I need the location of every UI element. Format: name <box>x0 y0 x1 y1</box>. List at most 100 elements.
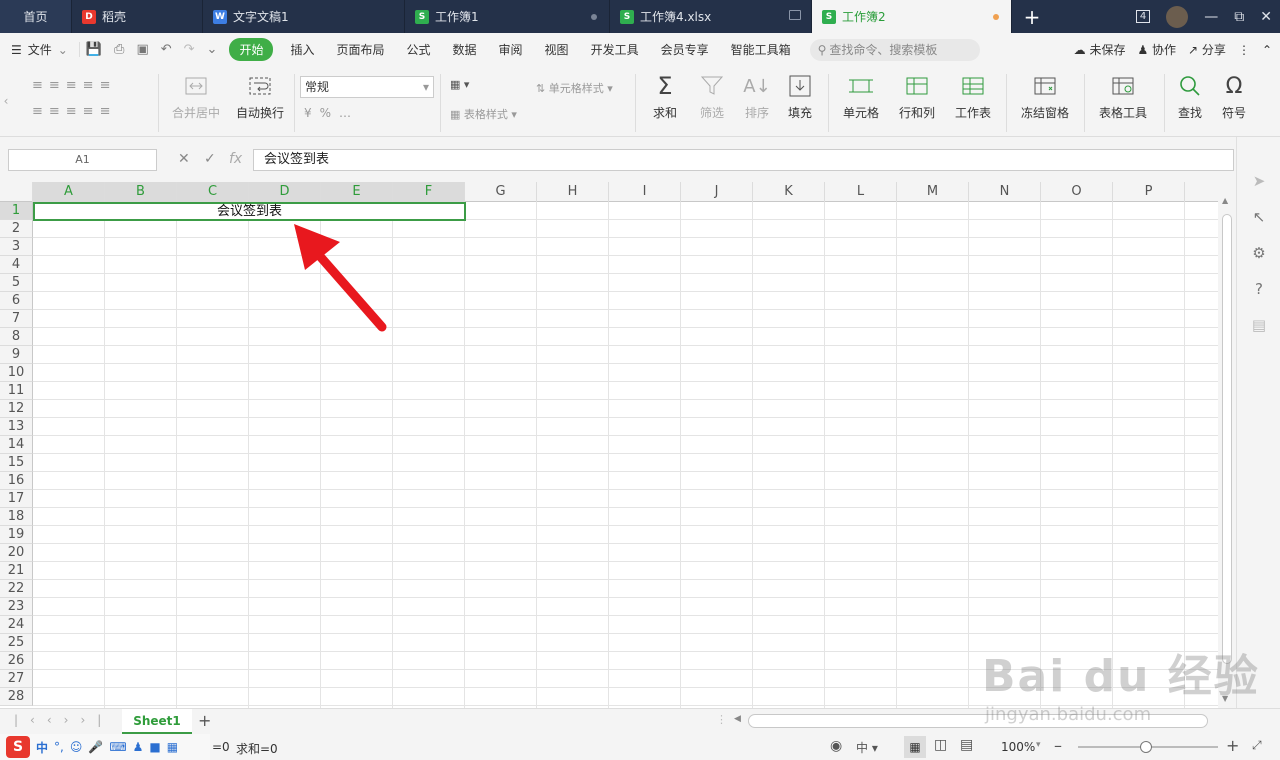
tab-count-badge[interactable]: 4 <box>1135 10 1151 23</box>
save-icon[interactable]: 💾 <box>86 42 102 57</box>
help-icon[interactable]: ? <box>1249 279 1269 299</box>
sheet-tab-sheet1[interactable]: Sheet1 <box>122 709 192 734</box>
more-vertical-icon[interactable]: ⋮ <box>1238 43 1250 57</box>
row-header-22[interactable]: 22 <box>0 580 33 598</box>
tab-data[interactable]: 数据 <box>442 41 488 58</box>
freeze-panes-button[interactable]: 冻结窗格 <box>1016 72 1074 121</box>
row-header-7[interactable]: 7 <box>0 310 33 328</box>
zoom-dropdown-icon[interactable]: ▾ <box>1036 740 1041 750</box>
number-format-select[interactable]: 常规 ▾ <box>300 76 434 98</box>
select-cursor-icon[interactable]: ↖ <box>1249 207 1269 227</box>
skin-shirt-icon[interactable]: ■ <box>149 740 160 754</box>
vertical-scroll-thumb[interactable] <box>1222 214 1232 664</box>
add-sheet-icon[interactable]: + <box>198 711 211 730</box>
more-chevron-icon[interactable]: ⌄ <box>207 42 218 57</box>
punctuation-icon[interactable]: °, <box>54 740 64 754</box>
command-search-input[interactable]: ⚲ 查找命令、搜索模板 <box>809 38 980 61</box>
find-button[interactable]: 查找 <box>1172 72 1208 121</box>
row-header-14[interactable]: 14 <box>0 436 33 454</box>
column-header-n[interactable]: N <box>969 182 1041 202</box>
unsaved-cloud-button[interactable]: ☁ 未保存 <box>1074 41 1126 58</box>
cell-style-button[interactable]: ⇅ 单元格样式 ▾ <box>536 80 613 96</box>
row-header-24[interactable]: 24 <box>0 616 33 634</box>
tab-member[interactable]: 会员专享 <box>650 41 720 58</box>
table-style-button[interactable]: ▦ 表格样式 ▾ <box>450 106 517 122</box>
row-header-20[interactable]: 20 <box>0 544 33 562</box>
cancel-icon[interactable]: ✕ <box>178 151 190 167</box>
tab-insert[interactable]: 插入 <box>279 41 325 58</box>
column-header-f[interactable]: F <box>393 182 465 202</box>
column-header-e[interactable]: E <box>321 182 393 202</box>
row-header-16[interactable]: 16 <box>0 472 33 490</box>
conditional-format-icon[interactable]: ▦ ▾ <box>450 78 469 91</box>
zoom-out-icon[interactable]: – <box>1054 736 1062 755</box>
tab-developer[interactable]: 开发工具 <box>580 41 650 58</box>
table-tools-button[interactable]: 表格工具 <box>1094 72 1152 121</box>
column-header-b[interactable]: B <box>105 182 177 202</box>
row-header-1[interactable]: 1 <box>0 202 33 220</box>
tab-docer[interactable]: D 稻壳 <box>72 0 203 33</box>
align-top-row-icon[interactable]: ≡≡≡≡≡ <box>32 78 116 93</box>
row-header-2[interactable]: 2 <box>0 220 33 238</box>
select-all-corner[interactable] <box>0 182 33 202</box>
print-preview-icon[interactable]: ▣ <box>136 42 148 57</box>
row-header-11[interactable]: 11 <box>0 382 33 400</box>
tab-formulas[interactable]: 公式 <box>396 41 442 58</box>
spreadsheet-grid[interactable]: ABCDEFGHIJKLMNOP 1 2 3 4 5 6 7 8 9 10 11 12 13 14 15 16… <box>0 182 1218 708</box>
row-header-18[interactable]: 18 <box>0 508 33 526</box>
page-layout-view-icon[interactable]: ◫ <box>934 737 947 753</box>
normal-view-icon[interactable]: ▦ <box>904 736 926 758</box>
backup-icon[interactable]: ▤ <box>1249 315 1269 335</box>
column-header-h[interactable]: H <box>537 182 609 202</box>
emoji-icon[interactable]: ☺ <box>70 740 83 754</box>
tab-page-layout[interactable]: 页面布局 <box>325 41 395 58</box>
row-header-5[interactable]: 5 <box>0 274 33 292</box>
row-header-9[interactable]: 9 <box>0 346 33 364</box>
number-format-icons[interactable]: ¥%… <box>304 106 359 120</box>
ime-mode-label[interactable]: 中 <box>36 739 48 756</box>
toolbox-grid-icon[interactable]: ▦ <box>167 740 178 754</box>
tab-home[interactable]: 首页 <box>0 0 72 33</box>
row-header-25[interactable]: 25 <box>0 634 33 652</box>
fill-button[interactable]: 填充 <box>780 72 820 121</box>
vertical-scrollbar[interactable]: ▲ ▼ <box>1218 182 1236 708</box>
row-header-23[interactable]: 23 <box>0 598 33 616</box>
row-col-button[interactable]: 行和列 <box>894 72 940 121</box>
symbol-button[interactable]: Ω 符号 <box>1216 72 1252 121</box>
function-fx-icon[interactable]: fx <box>229 151 242 167</box>
close-icon[interactable]: ✕ <box>1260 9 1272 25</box>
merge-center-button[interactable]: 合并居中 <box>166 72 226 121</box>
tab-view[interactable]: 视图 <box>534 41 580 58</box>
row-header-17[interactable]: 17 <box>0 490 33 508</box>
row-header-21[interactable]: 21 <box>0 562 33 580</box>
formula-input[interactable]: 会议签到表 <box>253 149 1234 171</box>
scroll-left-icon[interactable]: ◀ <box>734 714 741 724</box>
scroll-up-icon[interactable]: ▲ <box>1222 196 1228 205</box>
row-header-19[interactable]: 19 <box>0 526 33 544</box>
tab-workbook1[interactable]: S 工作簿1 <box>405 0 610 33</box>
minimize-icon[interactable]: — <box>1204 9 1218 25</box>
row-header-15[interactable]: 15 <box>0 454 33 472</box>
row-header-13[interactable]: 13 <box>0 418 33 436</box>
worksheet-button[interactable]: 工作表 <box>950 72 996 121</box>
page-break-view-icon[interactable]: ▤ <box>960 737 973 753</box>
sheet-nav-arrows-icon[interactable]: |‹‹››| <box>14 713 113 727</box>
row-header-4[interactable]: 4 <box>0 256 33 274</box>
ribbon-scroll-left-icon[interactable]: ‹ <box>0 66 12 137</box>
tab-workbook2[interactable]: S 工作簿2 <box>812 0 1012 33</box>
sogou-ime-logo-icon[interactable]: S <box>6 736 30 758</box>
filter-button[interactable]: 筛选 <box>692 72 732 121</box>
column-header-d[interactable]: D <box>249 182 321 202</box>
new-tab-plus-icon[interactable]: + <box>1012 0 1052 33</box>
sort-button[interactable]: A↓ 排序 <box>737 72 777 121</box>
avatar[interactable] <box>1166 5 1189 28</box>
column-header-i[interactable]: I <box>609 182 681 202</box>
row-header-27[interactable]: 27 <box>0 670 33 688</box>
tab-start[interactable]: 开始 <box>229 38 274 61</box>
restore-icon[interactable]: ⧉ <box>1234 9 1244 25</box>
wrap-text-button[interactable]: 自动换行 <box>232 72 288 121</box>
hscroll-splitter-icon[interactable]: ⋮ <box>716 713 727 726</box>
tab-workbook4[interactable]: S 工作簿4.xlsx <box>610 0 812 33</box>
column-header-l[interactable]: L <box>825 182 897 202</box>
tab-review[interactable]: 审阅 <box>488 41 534 58</box>
